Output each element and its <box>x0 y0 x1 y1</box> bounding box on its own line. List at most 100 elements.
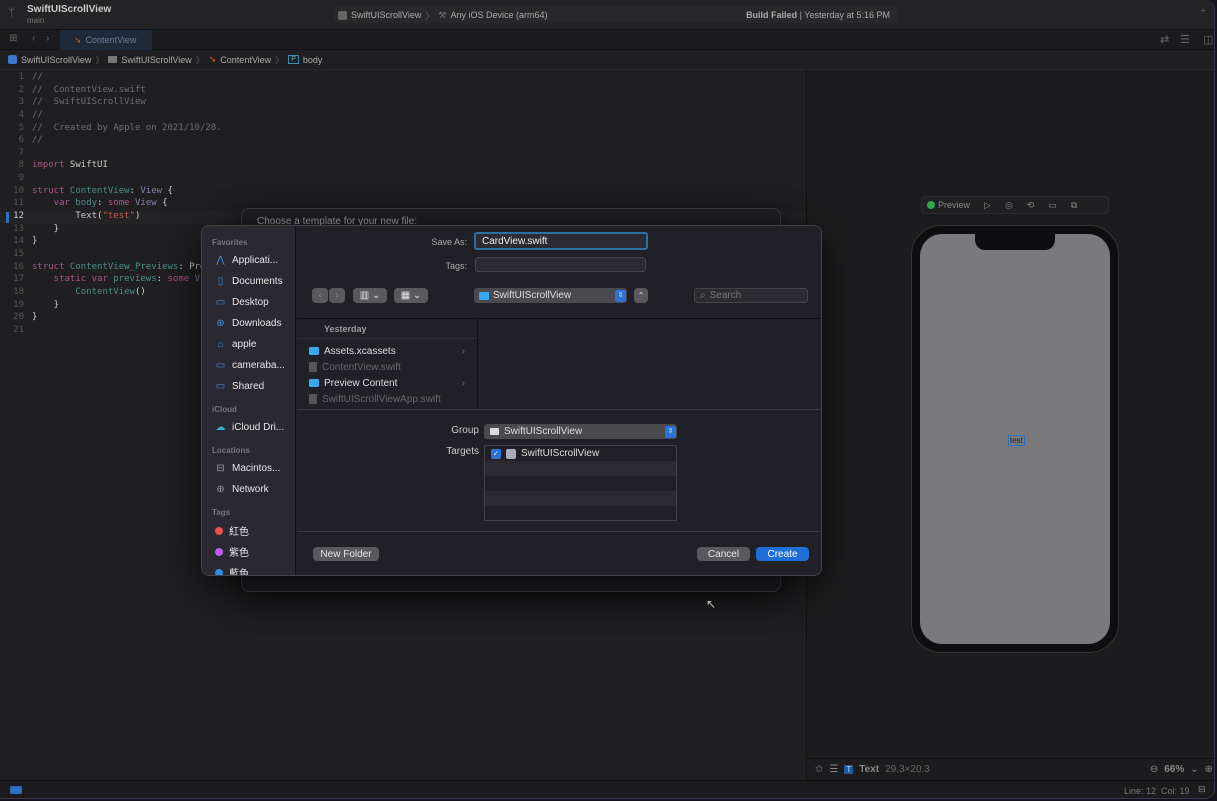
branch-name: main <box>27 16 45 25</box>
tags-input[interactable] <box>475 257 646 272</box>
breadcrumb-item[interactable]: SwiftUIScrollView <box>121 55 191 65</box>
swap-icon[interactable]: ⇄ <box>1160 33 1169 46</box>
sidebar-item-applications[interactable]: ⋀ Applicati... <box>202 250 295 271</box>
sidebar-item-disk[interactable]: ⊟ Macintos... <box>202 458 295 479</box>
tag-purple-icon <box>215 547 223 556</box>
device-icon[interactable]: ▭ <box>1048 200 1057 211</box>
build-status: Build Failed <box>746 10 798 20</box>
breadcrumb-item[interactable]: ContentView <box>220 55 271 65</box>
preview-toolbar: Preview ▷ ◎ ⟲ ▭ ⧉ <box>921 196 1109 214</box>
breadcrumb-item[interactable]: body <box>303 55 323 65</box>
zoom-level[interactable]: 66% <box>1164 764 1184 775</box>
target-row[interactable]: ✓ SwiftUIScrollView <box>485 446 676 461</box>
canvas-bottom-bar: ✩ ☰ T Text 29.3×20.3 ⊖ 66% ⌄ ⊕ <box>807 758 1214 780</box>
save-as-label: Save As: <box>431 237 467 247</box>
sidebar-tag-purple[interactable]: 紫色 <box>202 541 295 562</box>
dialog-sidebar: Favorites ⋀ Applicati... ▯ Documents ▭ Desk… <box>202 226 296 575</box>
group-label: Group <box>451 425 479 436</box>
grid-icon[interactable]: ⊞ <box>9 33 17 44</box>
folder-icon <box>490 428 499 435</box>
settings-icon[interactable]: ☰ <box>829 764 838 775</box>
file-row: ContentView.swift <box>297 359 477 375</box>
tab-contentview[interactable]: ➘ ContentView <box>60 30 152 50</box>
play-icon[interactable]: ▷ <box>984 200 991 211</box>
duplicate-icon[interactable]: ⧉ <box>1071 200 1077 211</box>
network-icon: ⊕ <box>216 484 225 495</box>
breadcrumb-item[interactable]: SwiftUIScrollView <box>21 55 91 65</box>
title-bar: ᛘ SwiftUIScrollView main SwiftUIScrollVi… <box>0 0 1214 30</box>
nav-buttons: ‹ › <box>312 288 346 303</box>
destination-selector[interactable]: Any iOS Device (arm64) <box>450 10 547 20</box>
sidebar-tag-blue[interactable]: 藍色 <box>202 562 295 575</box>
cancel-button[interactable]: Cancel <box>697 547 750 561</box>
notch <box>975 232 1055 250</box>
new-folder-button[interactable]: New Folder <box>313 547 379 561</box>
mouse-cursor-icon: ↖ <box>706 597 717 611</box>
sidebar-item-icloud[interactable]: ☁ iCloud Dri... <box>202 417 295 438</box>
file-icon <box>309 394 317 404</box>
location-popup[interactable]: SwiftUIScrollView ⇕ <box>474 288 627 303</box>
text-type-icon: T <box>844 765 854 774</box>
zoom-out-icon[interactable]: ⊖ <box>1150 764 1158 775</box>
live-indicator-icon <box>927 201 935 209</box>
folder-icon <box>309 347 319 355</box>
back-icon[interactable]: ‹ <box>32 33 35 44</box>
targets-list: ✓ SwiftUIScrollView <box>484 445 677 521</box>
locations-header: Locations <box>212 446 250 455</box>
preview-text[interactable]: test <box>1008 435 1025 446</box>
split-icon[interactable]: ◫ <box>1203 33 1213 46</box>
collapse-button[interactable]: ⌃ <box>634 288 648 303</box>
file-row[interactable]: Preview Content › <box>297 375 477 391</box>
inspector-icon[interactable]: ☰ <box>1180 33 1190 46</box>
status-bar: Line: 12 Col: 19 ⊟ <box>0 780 1214 798</box>
search-field[interactable]: ⌕ Search <box>694 288 808 303</box>
sidebar-item-downloads[interactable]: ⊕ Downloads <box>202 313 295 334</box>
tag-blue-icon <box>215 568 223 575</box>
sidebar-item-desktop[interactable]: ▭ Desktop <box>202 292 295 313</box>
device-frame: test <box>911 225 1119 653</box>
save-dialog: Favorites ⋀ Applicati... ▯ Documents ▭ Desk… <box>201 225 822 576</box>
sidebar-item-documents[interactable]: ▯ Documents <box>202 271 295 292</box>
sidebar-item-shared[interactable]: ▭ Shared <box>202 376 295 397</box>
search-icon: ⌕ <box>700 290 706 301</box>
favorites-header: Favorites <box>212 238 248 247</box>
group-mode-button[interactable]: ▦ ⌄ <box>394 288 428 303</box>
forward-icon[interactable]: › <box>46 33 49 44</box>
view-mode-button[interactable]: ▥ ⌄ <box>353 288 387 303</box>
sidebar-item-folder[interactable]: ▭ cameraba... <box>202 355 295 376</box>
activity-bar: SwiftUIScrollView 〉 ⚒ Any iOS Device (arm… <box>333 7 898 23</box>
sidebar-item-network[interactable]: ⊕ Network <box>202 479 295 500</box>
sidebar-item-home[interactable]: ⌂ apple <box>202 334 295 355</box>
tags-label: Tags: <box>445 261 467 271</box>
debug-toggle-icon[interactable] <box>10 786 22 794</box>
xcode-window: ᛘ SwiftUIScrollView main SwiftUIScrollVi… <box>0 0 1215 799</box>
add-icon[interactable]: + <box>1200 5 1206 17</box>
folder-icon: ▭ <box>215 381 226 392</box>
tag-red-icon <box>215 526 223 535</box>
tags-header: Tags <box>212 508 231 517</box>
create-button[interactable]: Create <box>756 547 809 561</box>
col-indicator: Col: 19 <box>1161 786 1190 796</box>
document-icon: ▯ <box>217 276 224 287</box>
scheme-selector[interactable]: SwiftUIScrollView <box>351 10 421 20</box>
file-row: SwiftUIScrollViewApp.swift <box>297 391 477 407</box>
pin-icon[interactable]: ✩ <box>815 764 823 775</box>
save-as-input[interactable]: CardView.swift <box>474 232 648 250</box>
zoom-in-icon[interactable]: ⊕ <box>1205 764 1214 775</box>
file-row[interactable]: Assets.xcassets › <box>297 343 477 359</box>
downloads-icon: ⊕ <box>216 318 225 329</box>
inspect-icon[interactable]: ◎ <box>1005 200 1013 211</box>
back-button[interactable]: ‹ <box>312 288 328 303</box>
project-icon <box>8 55 17 64</box>
selected-type: Text <box>859 764 880 775</box>
breadcrumb: SwiftUIScrollView 〉 SwiftUIScrollView 〉 ➘ … <box>0 50 1214 70</box>
sidebar-tag-red[interactable]: 紅色 <box>202 520 295 541</box>
target-app-icon <box>506 448 516 459</box>
group-popup[interactable]: SwiftUIScrollView ⇕ <box>484 424 677 439</box>
rotate-icon[interactable]: ⟲ <box>1027 200 1035 211</box>
file-browser: Yesterday Assets.xcassets › ContentView.s… <box>297 319 478 409</box>
hammer-icon: ⚒ <box>438 9 447 20</box>
forward-button[interactable]: › <box>329 288 345 303</box>
target-checkbox[interactable]: ✓ <box>491 448 501 459</box>
panel-toggle-icon[interactable]: ⊟ <box>1198 784 1206 795</box>
